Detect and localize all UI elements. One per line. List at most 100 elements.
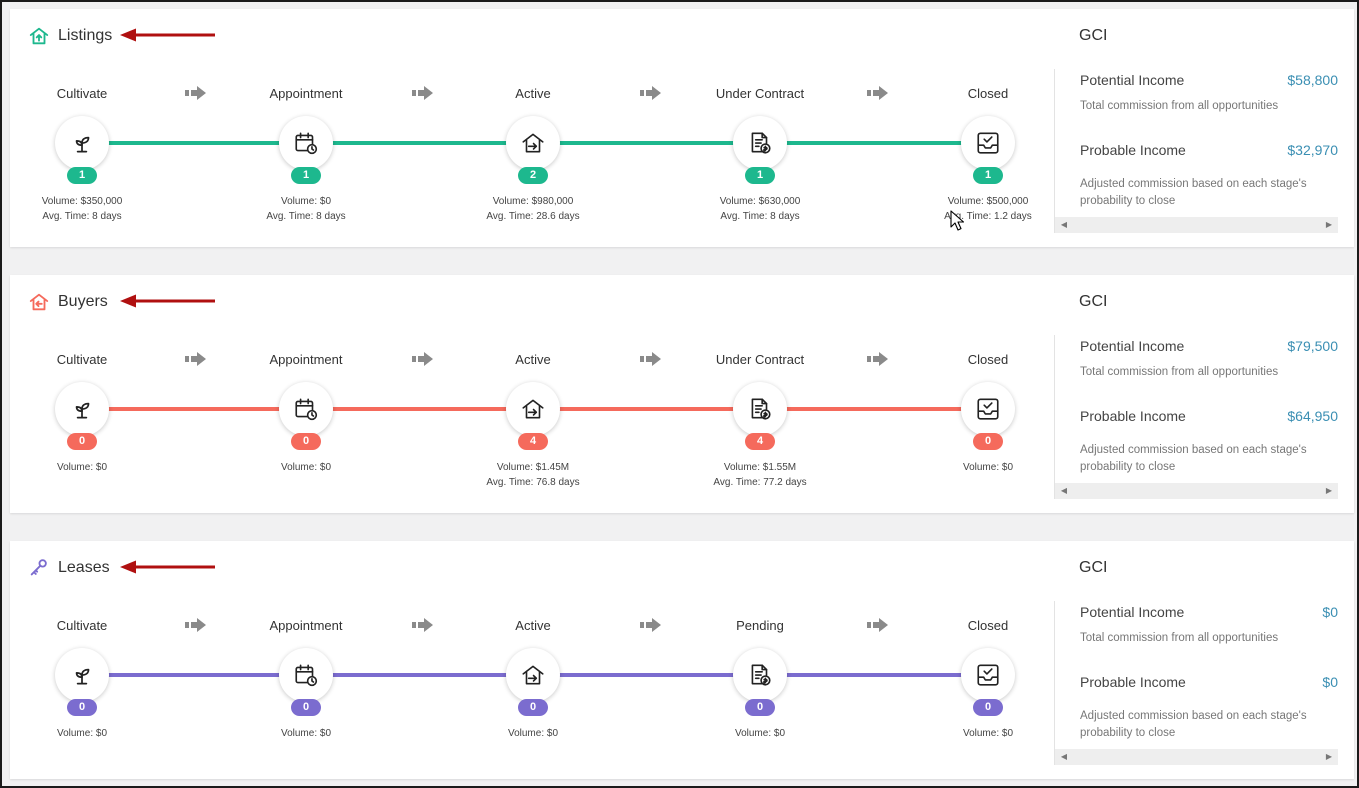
stage-volume: Volume: $0 (56, 462, 108, 473)
listings-panel: Listings Cultivate Appointment Active Under … (10, 9, 1354, 247)
stage-node[interactable] (279, 648, 333, 702)
stage-stats: Volume: $0 (0, 460, 167, 475)
step-arrow-icon (867, 617, 889, 633)
inbox-check-icon (975, 662, 1001, 688)
buyers-panel: Buyers Cultivate Appointment Active Under Co… (10, 275, 1354, 513)
stage-stats: Volume: $0 (675, 726, 845, 741)
potential-income-description: Total commission from all opportunities (1080, 100, 1279, 112)
stage-stats: Volume: $0 (0, 726, 167, 741)
stage-label: Closed (967, 352, 1009, 367)
stage-avg-time: Avg. Time: 76.8 days (486, 477, 580, 488)
stage-node[interactable] (55, 116, 109, 170)
gci-horizontal-scrollbar[interactable]: ◀ ▶ (1055, 483, 1338, 499)
scroll-right-icon[interactable]: ▶ (1322, 483, 1336, 499)
probable-income-value: $0 (1322, 674, 1338, 690)
listings-title[interactable]: Listings (28, 24, 112, 48)
scroll-right-icon[interactable]: ▶ (1322, 749, 1336, 765)
panel-title-label: Leases (58, 559, 110, 576)
potential-income-label: Potential Income (1080, 338, 1185, 354)
stage-avg-time: Avg. Time: 28.6 days (486, 211, 580, 222)
potential-income-value: $0 (1322, 604, 1338, 620)
annotation-arrow-icon (120, 28, 215, 42)
scroll-left-icon[interactable]: ◀ (1057, 749, 1071, 765)
potential-income-label: Potential Income (1080, 604, 1185, 620)
stage-node[interactable] (733, 116, 787, 170)
gci-title: GCI (1079, 559, 1108, 576)
panel-title-label: Listings (58, 27, 113, 44)
house-arrow-icon (520, 396, 546, 422)
stage-avg-time: Avg. Time: 8 days (42, 211, 122, 222)
stage-node[interactable] (961, 648, 1015, 702)
stage-stats: Volume: $0 (221, 726, 391, 741)
scroll-right-icon[interactable]: ▶ (1322, 217, 1336, 233)
gci-horizontal-scrollbar[interactable]: ◀ ▶ (1055, 217, 1338, 233)
key-icon (28, 557, 50, 579)
stage-count-badge: 0 (291, 433, 321, 450)
probable-income-description: Adjusted commission based on each stage'… (1080, 710, 1307, 739)
stage-count-badge: 1 (67, 167, 97, 184)
stage-volume: Volume: $0 (56, 728, 108, 739)
step-arrow-icon (640, 351, 662, 367)
probable-income-label: Probable Income (1080, 674, 1186, 690)
stage-volume: Volume: $1.45M (496, 462, 570, 473)
stage-stats: Volume: $0 (903, 460, 1073, 475)
panel-title-label: Buyers (58, 293, 108, 310)
stage-node[interactable] (506, 648, 560, 702)
potential-income-description: Total commission from all opportunities (1080, 366, 1279, 378)
stage-node[interactable] (961, 382, 1015, 436)
stage-count-badge: 0 (973, 699, 1003, 716)
stage-node[interactable] (279, 116, 333, 170)
scroll-left-icon[interactable]: ◀ (1057, 483, 1071, 499)
stage-node[interactable] (55, 648, 109, 702)
stage-node[interactable] (961, 116, 1015, 170)
mouse-cursor-icon (950, 210, 965, 232)
stage-stats: Volume: $0 (448, 726, 618, 741)
stage-label: Cultivate (56, 352, 108, 367)
step-arrow-icon (640, 85, 662, 101)
stage-volume: Volume: $1.55M (723, 462, 797, 473)
stage-volume: Volume: $0 (734, 728, 786, 739)
sprout-icon (69, 396, 95, 422)
annotation-arrow-icon (120, 560, 215, 574)
probable-income-description: Adjusted commission based on each stage'… (1080, 444, 1307, 473)
stage-label: Under Contract (715, 86, 805, 101)
stage-label: Active (515, 618, 551, 633)
stage-label: Active (515, 86, 551, 101)
stage-label: Appointment (269, 86, 343, 101)
stage-node[interactable] (279, 382, 333, 436)
calendar-clock-icon (293, 396, 319, 422)
stage-volume: Volume: $980,000 (492, 196, 574, 207)
stage-count-badge: 1 (291, 167, 321, 184)
house-up-icon (28, 25, 50, 47)
stage-label: Appointment (269, 618, 343, 633)
probable-income-label: Probable Income (1080, 408, 1186, 424)
potential-income-value: $58,800 (1287, 72, 1338, 88)
stage-node[interactable] (55, 382, 109, 436)
scroll-left-icon[interactable]: ◀ (1057, 217, 1071, 233)
stage-node[interactable] (506, 116, 560, 170)
stage-volume: Volume: $0 (280, 728, 332, 739)
leases-panel: Leases Cultivate Appointment Active Pending C… (10, 541, 1354, 779)
stage-node[interactable] (733, 648, 787, 702)
stage-count-badge: 0 (973, 433, 1003, 450)
stage-node[interactable] (506, 382, 560, 436)
potential-income-label: Potential Income (1080, 72, 1185, 88)
gci-box: Potential Income $0 Total commission from … (1054, 601, 1338, 765)
leases-title[interactable]: Leases (28, 556, 110, 580)
probable-income-label: Probable Income (1080, 142, 1186, 158)
stage-count-badge: 0 (745, 699, 775, 716)
stage-avg-time: Avg. Time: 8 days (266, 211, 346, 222)
stage-volume: Volume: $0 (962, 728, 1014, 739)
stage-count-badge: 4 (745, 433, 775, 450)
stage-stats: Volume: $500,000 Avg. Time: 1.2 days (903, 194, 1073, 224)
stage-label: Pending (736, 618, 784, 633)
stage-node[interactable] (733, 382, 787, 436)
stage-count-badge: 0 (518, 699, 548, 716)
gci-horizontal-scrollbar[interactable]: ◀ ▶ (1055, 749, 1338, 765)
stage-stats: Volume: $0 Avg. Time: 8 days (221, 194, 391, 224)
stage-label: Closed (967, 618, 1009, 633)
stage-volume: Volume: $0 (962, 462, 1014, 473)
inbox-check-icon (975, 130, 1001, 156)
probable-income-value: $32,970 (1287, 142, 1338, 158)
buyers-title[interactable]: Buyers (28, 290, 108, 314)
